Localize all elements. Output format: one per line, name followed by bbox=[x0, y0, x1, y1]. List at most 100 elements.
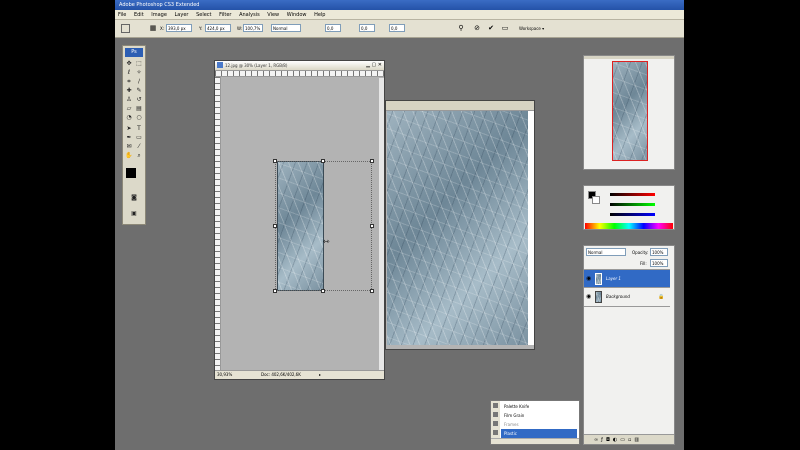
warp-icon[interactable]: ⚲ bbox=[457, 24, 465, 32]
eraser-tool-icon[interactable]: ▱ bbox=[125, 105, 133, 112]
menu-item-icon bbox=[493, 421, 498, 426]
slice-tool-icon[interactable]: ∕ bbox=[135, 78, 143, 85]
document-title-bar[interactable]: 12.jpg @ 30% (Layer 1, RGB/8) bbox=[215, 61, 384, 71]
transform-handle[interactable] bbox=[273, 224, 277, 228]
blur-tool-icon[interactable]: ◔ bbox=[125, 114, 133, 121]
transform-handle[interactable] bbox=[370, 159, 374, 163]
layer-row-background[interactable]: ◉ Background 🔒 bbox=[584, 287, 670, 307]
screen-mode-icon[interactable]: ▣ bbox=[130, 210, 138, 217]
menu-file[interactable]: File bbox=[115, 10, 129, 20]
visibility-eye-icon[interactable]: ◉ bbox=[586, 270, 591, 288]
menu-item-palette-knife[interactable]: Palette Knife bbox=[501, 402, 577, 411]
window-controls[interactable]: ▁ ▢ ✕ bbox=[362, 62, 382, 68]
menu-item-frames[interactable]: Frames bbox=[501, 420, 577, 429]
menu-select[interactable]: Select bbox=[193, 10, 214, 20]
menu-item-film-grain[interactable]: Film Grain bbox=[501, 411, 577, 420]
mask-icon[interactable]: ◘ bbox=[606, 437, 613, 443]
layer-thumbnail bbox=[595, 291, 602, 303]
transform-handle[interactable] bbox=[370, 224, 374, 228]
delete-layer-icon[interactable]: ▥ bbox=[634, 437, 642, 443]
vertical-scrollbar[interactable] bbox=[379, 78, 384, 370]
transform-handle[interactable] bbox=[273, 289, 277, 293]
blend-select[interactable]: Normal bbox=[271, 24, 301, 32]
crop-tool-icon[interactable]: ⌗ bbox=[125, 78, 133, 85]
gradient-tool-icon[interactable]: ▤ bbox=[135, 105, 143, 112]
transform-handle[interactable] bbox=[321, 159, 325, 163]
document-size[interactable]: Doc: 402,6K/402,6K bbox=[261, 372, 301, 377]
menu-view[interactable]: View bbox=[264, 10, 282, 20]
red-slider[interactable] bbox=[610, 193, 655, 196]
commit-transform-icon[interactable]: ✔ bbox=[487, 24, 495, 32]
clone-stamp-tool-icon[interactable]: ♙ bbox=[125, 96, 133, 103]
y-input[interactable]: 424,0 px bbox=[205, 24, 231, 32]
opacity-input[interactable]: 100% bbox=[650, 248, 668, 256]
fill-input[interactable]: 100% bbox=[650, 259, 668, 267]
menu-footer-bar bbox=[491, 438, 579, 444]
dodge-tool-icon[interactable]: ○ bbox=[135, 114, 143, 121]
green-slider[interactable] bbox=[610, 203, 655, 206]
menu-layer[interactable]: Layer bbox=[172, 10, 192, 20]
layer-name[interactable]: Layer 1 bbox=[606, 270, 621, 288]
menu-analysis[interactable]: Analysis bbox=[236, 10, 263, 20]
menu-item-plastic[interactable]: Plastic bbox=[501, 429, 577, 438]
move-tool-icon[interactable]: ✥ bbox=[125, 60, 133, 67]
healing-brush-tool-icon[interactable]: ✚ bbox=[125, 87, 133, 94]
marquee-tool-icon[interactable]: ⬚ bbox=[135, 60, 143, 67]
width-input[interactable]: 100,7% bbox=[243, 24, 263, 32]
status-arrow-icon[interactable]: ▸ bbox=[319, 372, 321, 377]
type-tool-icon[interactable]: T bbox=[135, 125, 143, 132]
transform-handle[interactable] bbox=[321, 289, 325, 293]
history-brush-tool-icon[interactable]: ↺ bbox=[135, 96, 143, 103]
zoom-tool-icon[interactable]: ⌕ bbox=[135, 152, 143, 159]
transform-handle[interactable] bbox=[273, 159, 277, 163]
secondary-scrollbar[interactable] bbox=[528, 111, 534, 345]
navigator-thumbnail[interactable] bbox=[612, 61, 648, 161]
color-spectrum-bar[interactable] bbox=[585, 223, 673, 229]
workspace-menu[interactable]: Workspace ▾ bbox=[519, 25, 544, 32]
hand-tool-icon[interactable]: ✋ bbox=[125, 152, 133, 159]
pen-tool-icon[interactable]: ✒ bbox=[125, 134, 133, 141]
lasso-tool-icon[interactable]: ℓ bbox=[125, 69, 133, 76]
toolbox: Ps ✥ ⬚ ℓ ✧ ⌗ ∕ ✚ ✎ ♙ ↺ ▱ ▤ ◔ ○ ➤ T ✒ ▭ ✉… bbox=[122, 45, 146, 225]
eyedropper-tool-icon[interactable]: ⁄ bbox=[135, 143, 143, 150]
layer-row-layer-1[interactable]: ◉ Layer 1 bbox=[584, 269, 670, 288]
path-selection-tool-icon[interactable]: ➤ bbox=[125, 125, 133, 132]
layers-panel: Normal Opacity: 100% Fill: 100% ◉ Layer … bbox=[583, 245, 675, 445]
angle-input[interactable]: 0,0 bbox=[325, 24, 341, 32]
v-skew-input[interactable]: 0,0 bbox=[389, 24, 405, 32]
menu-image[interactable]: Image bbox=[148, 10, 170, 20]
menu-edit[interactable]: Edit bbox=[131, 10, 147, 20]
quick-mask-icon[interactable]: ◙ bbox=[130, 194, 138, 201]
menu-window[interactable]: Window bbox=[284, 10, 310, 20]
magic-wand-tool-icon[interactable]: ✧ bbox=[135, 69, 143, 76]
reference-point-icon[interactable]: ▦ bbox=[149, 24, 157, 32]
navigator-panel bbox=[583, 55, 675, 170]
x-input[interactable]: 393,0 px bbox=[166, 24, 192, 32]
shape-tool-icon[interactable]: ▭ bbox=[135, 134, 143, 141]
layer-blend-mode-select[interactable]: Normal bbox=[586, 248, 626, 256]
move-transform-icon[interactable] bbox=[121, 24, 130, 33]
color-panel bbox=[583, 185, 675, 230]
secondary-title-bar[interactable] bbox=[386, 101, 534, 111]
h-skew-input[interactable]: 0,0 bbox=[359, 24, 375, 32]
transform-bounding-box[interactable] bbox=[275, 161, 372, 291]
tool-preset-icon[interactable]: ▭ bbox=[501, 24, 509, 32]
menu-filter[interactable]: Filter bbox=[216, 10, 234, 20]
blue-slider[interactable] bbox=[610, 213, 655, 216]
layer-name[interactable]: Background bbox=[606, 288, 630, 306]
brush-tool-icon[interactable]: ✎ bbox=[135, 87, 143, 94]
notes-tool-icon[interactable]: ✉ bbox=[125, 143, 133, 150]
menu-item-icon bbox=[493, 403, 498, 408]
transform-handle[interactable] bbox=[370, 289, 374, 293]
document-window-secondary bbox=[385, 100, 535, 350]
secondary-image[interactable] bbox=[387, 111, 528, 345]
zoom-level[interactable]: 30,93% bbox=[217, 372, 232, 377]
navigator-header[interactable] bbox=[584, 56, 674, 59]
foreground-color-swatch[interactable] bbox=[126, 168, 136, 178]
cancel-transform-icon[interactable]: ⊘ bbox=[473, 24, 481, 32]
menu-help[interactable]: Help bbox=[311, 10, 328, 20]
group-icon[interactable]: ▭ bbox=[620, 437, 628, 443]
color-background-swatch[interactable] bbox=[592, 196, 600, 204]
visibility-eye-icon[interactable]: ◉ bbox=[586, 288, 591, 306]
vertical-ruler bbox=[215, 77, 221, 370]
